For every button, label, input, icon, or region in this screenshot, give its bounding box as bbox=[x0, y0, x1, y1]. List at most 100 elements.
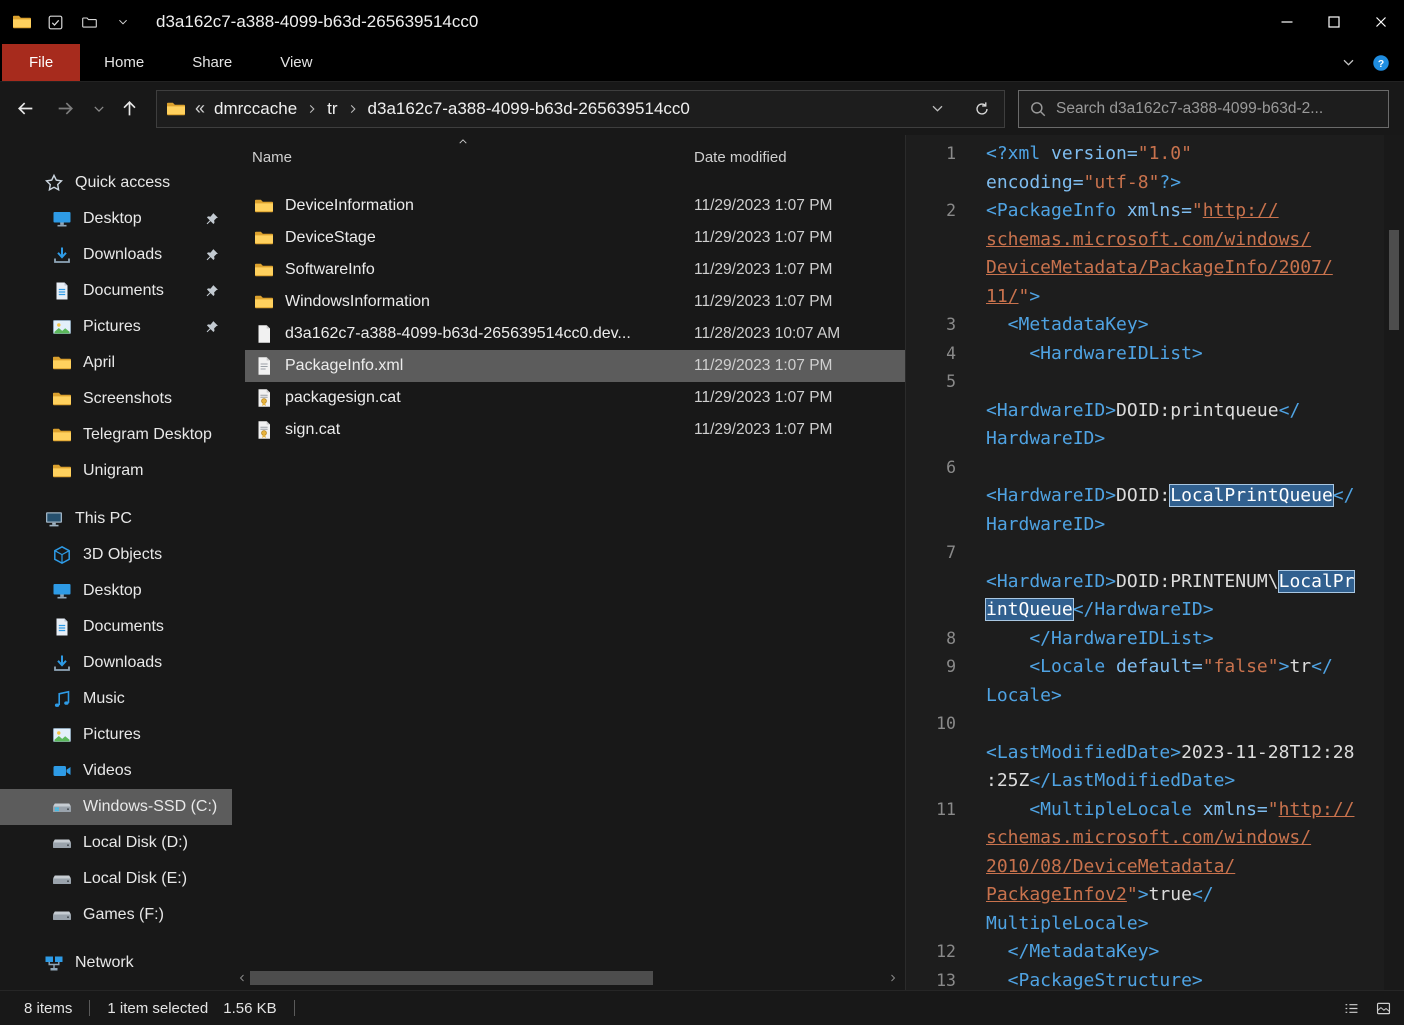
file-row-deviceinformation[interactable]: DeviceInformation11/29/2023 1:07 PM bbox=[232, 190, 905, 222]
code-lines: 1<?xml version="1.0"encoding="utf-8"?>2<… bbox=[906, 140, 1382, 990]
file-row-d3a162c7-a388-4099-b63d-265639514cc0-dev[interactable]: d3a162c7-a388-4099-b63d-265639514cc0.dev… bbox=[232, 318, 905, 350]
code-line-6: 6 <HardwareID>DOID:LocalPrintQueue</Hard… bbox=[906, 454, 1382, 540]
items-count: 8 items bbox=[24, 1000, 72, 1017]
sidebar-item-desktop[interactable]: Desktop bbox=[0, 201, 232, 237]
vertical-scrollbar[interactable] bbox=[1384, 135, 1404, 990]
column-header-name[interactable]: Name bbox=[252, 149, 292, 166]
file-row-softwareinfo[interactable]: SoftwareInfo11/29/2023 1:07 PM bbox=[232, 254, 905, 286]
sidebar-item-3d-objects[interactable]: 3D Objects bbox=[0, 537, 232, 573]
code-line-8: 8 </HardwareIDList> bbox=[906, 625, 1382, 654]
forward-button[interactable] bbox=[48, 92, 82, 126]
code-row: schemas.microsoft.com/windows/ bbox=[986, 824, 1382, 853]
scroll-left-button[interactable] bbox=[234, 967, 250, 989]
tab-view[interactable]: View bbox=[256, 44, 336, 81]
code-line-4: 4 <HardwareIDList> bbox=[906, 340, 1382, 369]
help-button[interactable]: ? bbox=[1372, 54, 1390, 72]
file-row-packageinfo-xml[interactable]: PackageInfo.xml11/29/2023 1:07 PM bbox=[232, 350, 905, 382]
refresh-button[interactable] bbox=[964, 92, 1000, 126]
sidebar-section-this-pc-header[interactable]: This PC bbox=[0, 501, 232, 537]
horizontal-scrollbar-thumb[interactable] bbox=[250, 971, 653, 985]
sidebar-item-music[interactable]: Music bbox=[0, 681, 232, 717]
code-token: default= bbox=[1116, 656, 1203, 677]
ribbon-collapse-button[interactable] bbox=[1341, 55, 1356, 70]
tab-home[interactable]: Home bbox=[80, 44, 168, 81]
qat-properties-button[interactable] bbox=[44, 11, 66, 33]
code-row: MultipleLocale> bbox=[986, 910, 1382, 939]
sidebar-item-pictures[interactable]: Pictures bbox=[0, 717, 232, 753]
code-row: schemas.microsoft.com/windows/ bbox=[986, 226, 1382, 255]
file-row-sign-cat[interactable]: sign.cat11/29/2023 1:07 PM bbox=[232, 414, 905, 446]
sidebar-item-label: Downloads bbox=[83, 246, 162, 264]
sidebar-item-videos[interactable]: Videos bbox=[0, 753, 232, 789]
file-row-windowsinformation[interactable]: WindowsInformation11/29/2023 1:07 PM bbox=[232, 286, 905, 318]
close-button[interactable] bbox=[1357, 0, 1404, 44]
sidebar-item-screenshots[interactable]: Screenshots bbox=[0, 381, 232, 417]
maximize-button[interactable] bbox=[1310, 0, 1357, 44]
sidebar-item-downloads[interactable]: Downloads bbox=[0, 645, 232, 681]
qat-customize-button[interactable] bbox=[112, 11, 134, 33]
code-line-rows: <HardwareID>DOID:printqueue</HardwareID> bbox=[970, 368, 1382, 454]
tab-share[interactable]: Share bbox=[168, 44, 256, 81]
file-row-devicestage[interactable]: DeviceStage11/29/2023 1:07 PM bbox=[232, 222, 905, 254]
sidebar-item-local-disk-e[interactable]: Local Disk (E:) bbox=[0, 861, 232, 897]
sidebar-item-games-f[interactable]: Games (F:) bbox=[0, 897, 232, 933]
breadcrumb-segment-dmrccache[interactable]: dmrccache bbox=[214, 99, 297, 119]
code-line-rows: <MultipleLocale xmlns="http://schemas.mi… bbox=[970, 796, 1382, 939]
minimize-button[interactable] bbox=[1263, 0, 1310, 44]
sidebar-item-label: Pictures bbox=[83, 318, 141, 336]
file-row-packagesign-cat[interactable]: packagesign.cat11/29/2023 1:07 PM bbox=[232, 382, 905, 414]
sidebar-item-windows-ssd-c[interactable]: Windows-SSD (C:) bbox=[0, 789, 232, 825]
code-row: HardwareID> bbox=[986, 511, 1382, 540]
address-dropdown-button[interactable] bbox=[919, 92, 955, 126]
code-token: <PackageStructure> bbox=[986, 970, 1203, 991]
address-bar[interactable]: « dmrccache tr d3a162c7-a388-4099-b63d-2… bbox=[156, 90, 1005, 128]
file-name: DeviceStage bbox=[285, 229, 376, 247]
sidebar-item-local-disk-d[interactable]: Local Disk (D:) bbox=[0, 825, 232, 861]
code-token: > bbox=[1029, 286, 1040, 307]
code-token: xmlns= bbox=[1127, 200, 1192, 221]
breadcrumb-segment-current[interactable]: d3a162c7-a388-4099-b63d-265639514cc0 bbox=[368, 99, 690, 119]
line-number: 7 bbox=[906, 539, 970, 625]
sidebar-item-telegram-desktop[interactable]: Telegram Desktop bbox=[0, 417, 232, 453]
sidebar-item-label: Music bbox=[83, 690, 125, 708]
vertical-scrollbar-thumb[interactable] bbox=[1389, 230, 1399, 330]
close-icon bbox=[1371, 12, 1391, 32]
search-box[interactable] bbox=[1018, 90, 1389, 128]
sidebar-item-documents[interactable]: Documents bbox=[0, 273, 232, 309]
search-input[interactable] bbox=[1056, 100, 1378, 118]
code-row: <LastModifiedDate>2023-11-28T12:28 bbox=[986, 739, 1382, 768]
code-token: tr bbox=[1289, 656, 1311, 677]
large-icons-view-button[interactable] bbox=[1368, 994, 1398, 1022]
tab-file[interactable]: File bbox=[2, 44, 80, 81]
drive-windows-icon bbox=[52, 797, 72, 817]
sidebar-item-unigram[interactable]: Unigram bbox=[0, 453, 232, 489]
details-view-button[interactable] bbox=[1336, 994, 1366, 1022]
sidebar-item-label: Downloads bbox=[83, 654, 162, 672]
sidebar-section-quick-access-header[interactable]: Quick access bbox=[0, 165, 232, 201]
code-token: schemas.microsoft.com/windows/ bbox=[986, 229, 1311, 250]
breadcrumb-overflow[interactable]: « bbox=[195, 98, 205, 119]
column-header-date-modified[interactable]: Date modified bbox=[694, 149, 787, 166]
file-name: PackageInfo.xml bbox=[285, 357, 403, 375]
line-number: 2 bbox=[906, 197, 970, 311]
pin-icon bbox=[204, 319, 220, 335]
sidebar-item-desktop[interactable]: Desktop bbox=[0, 573, 232, 609]
horizontal-scrollbar[interactable] bbox=[234, 967, 901, 989]
up-button[interactable] bbox=[112, 92, 146, 126]
recent-locations-button[interactable] bbox=[88, 92, 110, 126]
sidebar-item-downloads[interactable]: Downloads bbox=[0, 237, 232, 273]
code-token: <HardwareIDList> bbox=[986, 343, 1203, 364]
back-button[interactable] bbox=[8, 92, 42, 126]
sidebar-item-april[interactable]: April bbox=[0, 345, 232, 381]
breadcrumb-segment-tr[interactable]: tr bbox=[327, 99, 337, 119]
qat-new-folder-button[interactable] bbox=[78, 11, 100, 33]
sidebar-section-network-header[interactable]: Network bbox=[0, 945, 232, 981]
horizontal-scrollbar-track[interactable] bbox=[250, 967, 885, 989]
code-row: 2010/08/DeviceMetadata/ bbox=[986, 853, 1382, 882]
scroll-right-button[interactable] bbox=[885, 967, 901, 989]
code-token: 2010/08/DeviceMetadata/ bbox=[986, 856, 1235, 877]
sidebar-item-documents[interactable]: Documents bbox=[0, 609, 232, 645]
code-row: <?xml version="1.0" bbox=[986, 140, 1382, 169]
sidebar-item-pictures[interactable]: Pictures bbox=[0, 309, 232, 345]
code-line-rows: <?xml version="1.0"encoding="utf-8"?> bbox=[970, 140, 1382, 197]
